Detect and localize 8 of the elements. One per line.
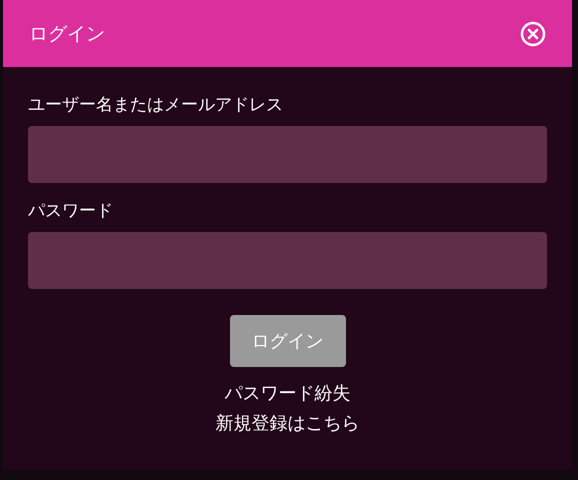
- link[interactable]: 新規登録はこちら: [216, 411, 360, 435]
- dialog-title: ログイン: [29, 22, 105, 46]
- field-label: ユーザー名またはメールアドレス: [28, 94, 284, 116]
- link[interactable]: パスワード紛失: [224, 381, 350, 405]
- input-field[interactable]: [28, 232, 547, 289]
- input-field[interactable]: [28, 126, 547, 183]
- field-label: パスワード: [28, 200, 114, 222]
- close-button[interactable]: [520, 20, 546, 46]
